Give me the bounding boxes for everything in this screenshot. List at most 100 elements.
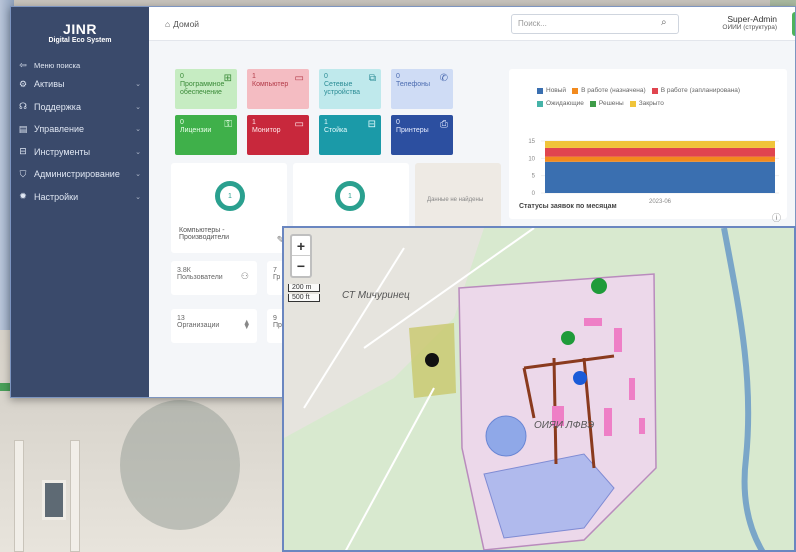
donut-value: 1	[348, 192, 352, 200]
sidebar-item-label: Инструменты	[34, 146, 91, 157]
stat-value: 13	[177, 315, 185, 322]
search-icon[interactable]: ⌕	[661, 17, 667, 28]
stat-label: Гр	[273, 274, 281, 281]
stat-value: 7	[273, 267, 277, 274]
tile-computer[interactable]: 1 Компьютер ▭	[247, 69, 309, 109]
search-menu-icon: ⇦	[19, 59, 27, 70]
sidebar-item-tools[interactable]: ⊟ Инструменты ⌄	[11, 141, 149, 164]
bar-segment[interactable]	[545, 147, 775, 157]
zoom-in-button[interactable]: +	[292, 236, 310, 256]
parking-icon[interactable]	[425, 353, 439, 367]
home-icon: ⌂	[165, 18, 171, 29]
info-icon[interactable]: ⓘ	[772, 211, 781, 224]
y-tick-label: 15	[528, 139, 535, 145]
building-column	[14, 440, 24, 552]
chevron-down-icon: ⌄	[135, 171, 141, 179]
cafe-icon[interactable]	[561, 331, 575, 345]
shield-icon: ⛉	[19, 168, 27, 179]
printer-icon: ⎙	[440, 119, 448, 130]
sidebar-item-search-menu[interactable]: ⇦ Меню поиска	[11, 57, 149, 73]
sidebar-item-management[interactable]: ▤ Управление ⌄	[11, 118, 149, 141]
sidebar-item-administration[interactable]: ⛉ Администрирование ⌄	[11, 163, 149, 186]
map-scale: 200 m 500 ft	[288, 284, 320, 304]
donut-chart: 1	[335, 181, 365, 211]
toolbox-icon: ⊟	[19, 146, 27, 157]
sidebar-item-label: Меню поиска	[34, 60, 81, 70]
phone-icon: ✆	[439, 73, 448, 84]
restaurant-icon[interactable]	[591, 278, 607, 294]
topbar: ⌂ Домой Поиск... ⌕ Super-Admin ОИИИ (стр…	[149, 7, 795, 41]
logo-subtitle: Digital Eco System	[48, 36, 112, 44]
donut-value: 1	[228, 192, 232, 200]
zoom-out-button[interactable]: −	[292, 256, 310, 276]
clipboard-icon: ▤	[18, 123, 28, 134]
stat-label: Пользователи	[177, 274, 223, 281]
monitor-icon: ▭	[294, 119, 304, 130]
widget-empty: Данные не найдены	[415, 163, 501, 233]
background-tree	[120, 400, 240, 530]
tile-phones[interactable]: 0 Телефоны ✆	[391, 69, 453, 109]
bar-segment[interactable]	[545, 141, 775, 148]
sidebar-item-label: Управление	[34, 124, 85, 135]
rack-icon: ⊟	[367, 119, 376, 130]
sidebar-item-settings[interactable]: ✹ Настройки ⌄	[11, 186, 149, 209]
scale-feet: 500 ft	[288, 294, 320, 302]
gear-icon: ⚙	[18, 78, 28, 89]
widget-caption: Компьютеры - Производители	[179, 227, 230, 241]
chevron-down-icon: ⌄	[135, 103, 141, 111]
x-tick-label: 2023-06	[649, 199, 672, 205]
stat-users: 3.8К Пользователи ⚇	[171, 261, 257, 295]
tile-rack[interactable]: 1 Стойка ⊟	[319, 115, 381, 155]
user-icon: ⚇	[240, 271, 249, 281]
stat-value: 3.8К	[177, 267, 191, 274]
map-panel[interactable]: + − 200 m 500 ft СТ Мичуринец ОИЯИ ЛФВЭ	[282, 226, 796, 552]
donut-chart: 1	[215, 181, 245, 211]
widget-ring-2: 1	[293, 163, 409, 233]
y-tick-label: 0	[532, 191, 536, 197]
stat-organizations: 13 Организации ⧫	[171, 309, 257, 343]
tile-printers[interactable]: 0 Принтеры ⎙	[391, 115, 453, 155]
chart-title: Статусы заявок по месяцам	[519, 203, 617, 210]
breadcrumb-home[interactable]: ⌂ Домой	[165, 19, 199, 29]
tile-network-devices[interactable]: 0 Сетевые устройства ⧉	[319, 69, 381, 109]
scale-meters: 200 m	[288, 284, 320, 292]
map-canvas	[284, 228, 794, 550]
stat-label: Организации	[177, 322, 220, 329]
background-building	[0, 400, 290, 552]
sidebar: JINR Digital Eco System ⇦ Меню поиска ⚙ …	[11, 7, 149, 397]
sidebar-item-label: Настройки	[34, 191, 79, 202]
tile-monitor[interactable]: 1 Монитор ▭	[247, 115, 309, 155]
chevron-down-icon: ⌄	[135, 148, 141, 156]
y-tick-label: 5	[532, 174, 536, 180]
user-menu-button[interactable]: ◧	[792, 12, 795, 36]
layers-icon: ⧫	[244, 319, 249, 329]
sidebar-item-label: Администрирование	[34, 169, 120, 180]
user-role: ОИИИ (структура)	[722, 24, 777, 31]
sidebar-item-support[interactable]: ☊ Поддержка ⌄	[11, 96, 149, 119]
tile-software[interactable]: 0 Программное обеспечение ⊞	[175, 69, 237, 109]
breadcrumb-label: Домой	[173, 18, 200, 29]
computer-icon: ▭	[294, 73, 304, 84]
logo[interactable]: JINR Digital Eco System	[11, 7, 149, 57]
sidebar-item-assets[interactable]: ⚙ Активы ⌄	[11, 73, 149, 96]
chevron-down-icon: ⌄	[135, 126, 141, 134]
widget-computer-manufacturers: 1 Компьютеры - Производители ✎	[171, 163, 287, 253]
map-place-label: СТ Мичуринец	[342, 290, 410, 301]
building-window	[42, 480, 66, 520]
tile-licenses[interactable]: 0 Лицензии ⚿	[175, 115, 237, 155]
bar-segment[interactable]	[545, 161, 775, 193]
location-pin-icon[interactable]	[573, 371, 587, 385]
apps-icon: ⊞	[223, 73, 232, 84]
logo-title: JINR	[63, 20, 97, 37]
stat-label: Пр	[273, 322, 282, 329]
headset-icon: ☊	[19, 101, 27, 112]
zoom-control: + −	[290, 234, 312, 278]
empty-text: Данные не найдены	[427, 197, 484, 203]
bar-segment[interactable]	[545, 156, 775, 162]
user-name: Super-Admin	[727, 14, 777, 24]
settings-icon: ✹	[19, 191, 27, 202]
search-input[interactable]: Поиск...	[511, 14, 679, 34]
user-info[interactable]: Super-Admin ОИИИ (структура)	[705, 14, 777, 31]
sidebar-item-label: Активы	[34, 79, 65, 90]
network-icon: ⧉	[368, 73, 376, 84]
